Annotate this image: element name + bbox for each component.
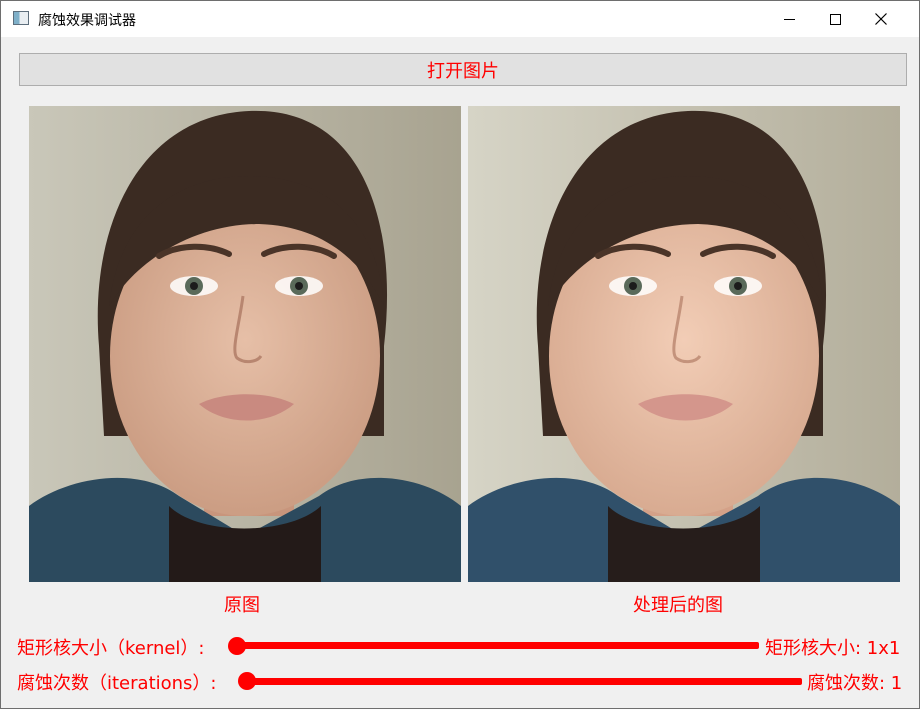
window-title: 腐蚀效果调试器: [38, 13, 136, 29]
kernel-slider[interactable]: [229, 642, 759, 649]
iterations-slider[interactable]: [239, 678, 802, 685]
original-image-caption: 原图: [224, 595, 260, 616]
minimize-button[interactable]: [766, 1, 812, 37]
original-image: [29, 106, 461, 582]
close-icon: [875, 13, 887, 25]
processed-image: [468, 106, 900, 582]
iterations-label: 腐蚀次数（iterations）:: [17, 673, 217, 694]
kernel-label: 矩形核大小（kernel）:: [17, 638, 205, 659]
maximize-icon: [829, 13, 841, 25]
iterations-slider-handle[interactable]: [238, 672, 256, 690]
processed-image-caption: 处理后的图: [633, 595, 723, 616]
app-icon: [13, 11, 29, 25]
close-button[interactable]: [858, 1, 904, 37]
kernel-value: 矩形核大小: 1x1: [765, 638, 901, 659]
kernel-slider-handle[interactable]: [228, 637, 246, 655]
app-window: 腐蚀效果调试器 打开图片 原图 处理后的图 矩形核大小（kernel）: 矩形核…: [0, 0, 920, 709]
maximize-button[interactable]: [812, 1, 858, 37]
iterations-value: 腐蚀次数: 1: [807, 673, 903, 694]
open-image-button[interactable]: 打开图片: [19, 53, 907, 86]
minimize-icon: [783, 18, 795, 20]
title-bar[interactable]: 腐蚀效果调试器: [1, 1, 919, 37]
